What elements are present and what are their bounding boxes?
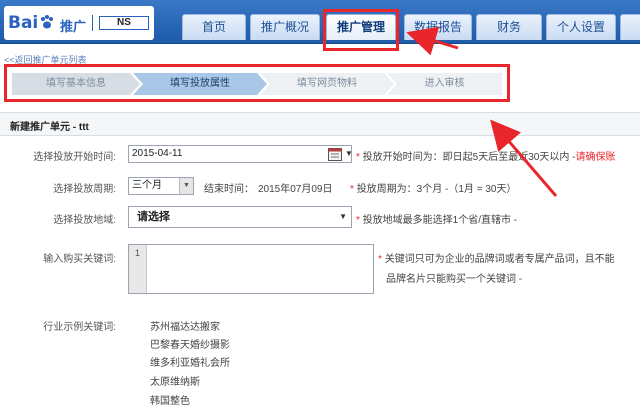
tab-personal-settings[interactable]: 个人设置 xyxy=(546,14,616,40)
top-navigation-bar: Bai 推广 NS 首页 推广概况 推广管理 数据报告 财务 个人设置 xyxy=(0,0,640,44)
end-date-value: 2015年07月09日 xyxy=(258,184,333,195)
chevron-down-icon[interactable]: ▼ xyxy=(345,149,353,158)
region-label: 选择投放地域: xyxy=(53,215,116,226)
end-date-label: 结束时间： xyxy=(204,184,254,195)
tab-more[interactable] xyxy=(620,14,640,40)
tab-overview[interactable]: 推广概况 xyxy=(250,14,320,40)
baidu-tuiguang-logo[interactable]: Bai 推广 NS xyxy=(4,6,154,40)
tab-data-reports[interactable]: 数据报告 xyxy=(404,14,472,40)
logo-brand-text: Bai xyxy=(8,13,39,33)
annotation-highlight-steps xyxy=(4,64,510,102)
period-label: 选择投放周期: xyxy=(53,184,116,195)
keywords-hint-line1: * 关键词只可为企业的品牌词或者专属产品词，且不能 xyxy=(378,254,615,265)
logo-product-text: 推广 xyxy=(60,19,87,34)
page-title: 新建推广单元 - ttt xyxy=(10,122,89,133)
tab-finance[interactable]: 财务 xyxy=(476,14,542,40)
start-date-input[interactable]: 2015-04-11 xyxy=(128,145,352,163)
list-item: 韩国整色 xyxy=(150,396,190,407)
region-select-value: 请选择 xyxy=(137,211,170,223)
start-date-hint: * 投放开始时间为：即日起5天后至最近30天以内 -请确保账 xyxy=(356,152,616,163)
logo-divider xyxy=(92,15,93,31)
paw-logo-icon xyxy=(41,15,53,29)
keywords-label: 输入购买关键词: xyxy=(43,254,116,265)
period-select[interactable]: 三个月 ▼ xyxy=(128,177,194,195)
keywords-hint-line2: 品牌名片只能购买一个关键词 - xyxy=(386,274,523,285)
chevron-down-icon: ▼ xyxy=(339,212,347,221)
region-select[interactable]: 请选择 ▼ xyxy=(128,206,352,228)
list-item: 维多利亚婚礼会所 xyxy=(150,358,230,369)
period-select-value: 三个月 xyxy=(132,180,162,191)
list-item: 太原维纳斯 xyxy=(150,377,200,388)
region-hint: * 投放地域最多能选择1个省/直辖市 - xyxy=(356,215,518,226)
list-item: 苏州福达达搬家 xyxy=(150,322,220,333)
line-number: 1 xyxy=(129,245,147,293)
keywords-textarea[interactable]: 1 xyxy=(128,244,374,294)
start-date-label: 选择投放开始时间: xyxy=(33,152,116,163)
period-hint: * 投放周期为：3个月 -（1月 = 30天） xyxy=(350,184,517,195)
account-name-badge: NS xyxy=(99,16,149,30)
list-item: 巴黎春天婚纱摄影 xyxy=(150,340,230,351)
annotation-highlight-tab xyxy=(323,9,399,51)
calendar-icon[interactable] xyxy=(328,147,342,161)
tab-home[interactable]: 首页 xyxy=(182,14,246,40)
form-header: 新建推广单元 - ttt xyxy=(0,112,640,136)
chevron-down-icon: ▼ xyxy=(179,178,193,194)
examples-label: 行业示例关键词: xyxy=(43,322,116,333)
